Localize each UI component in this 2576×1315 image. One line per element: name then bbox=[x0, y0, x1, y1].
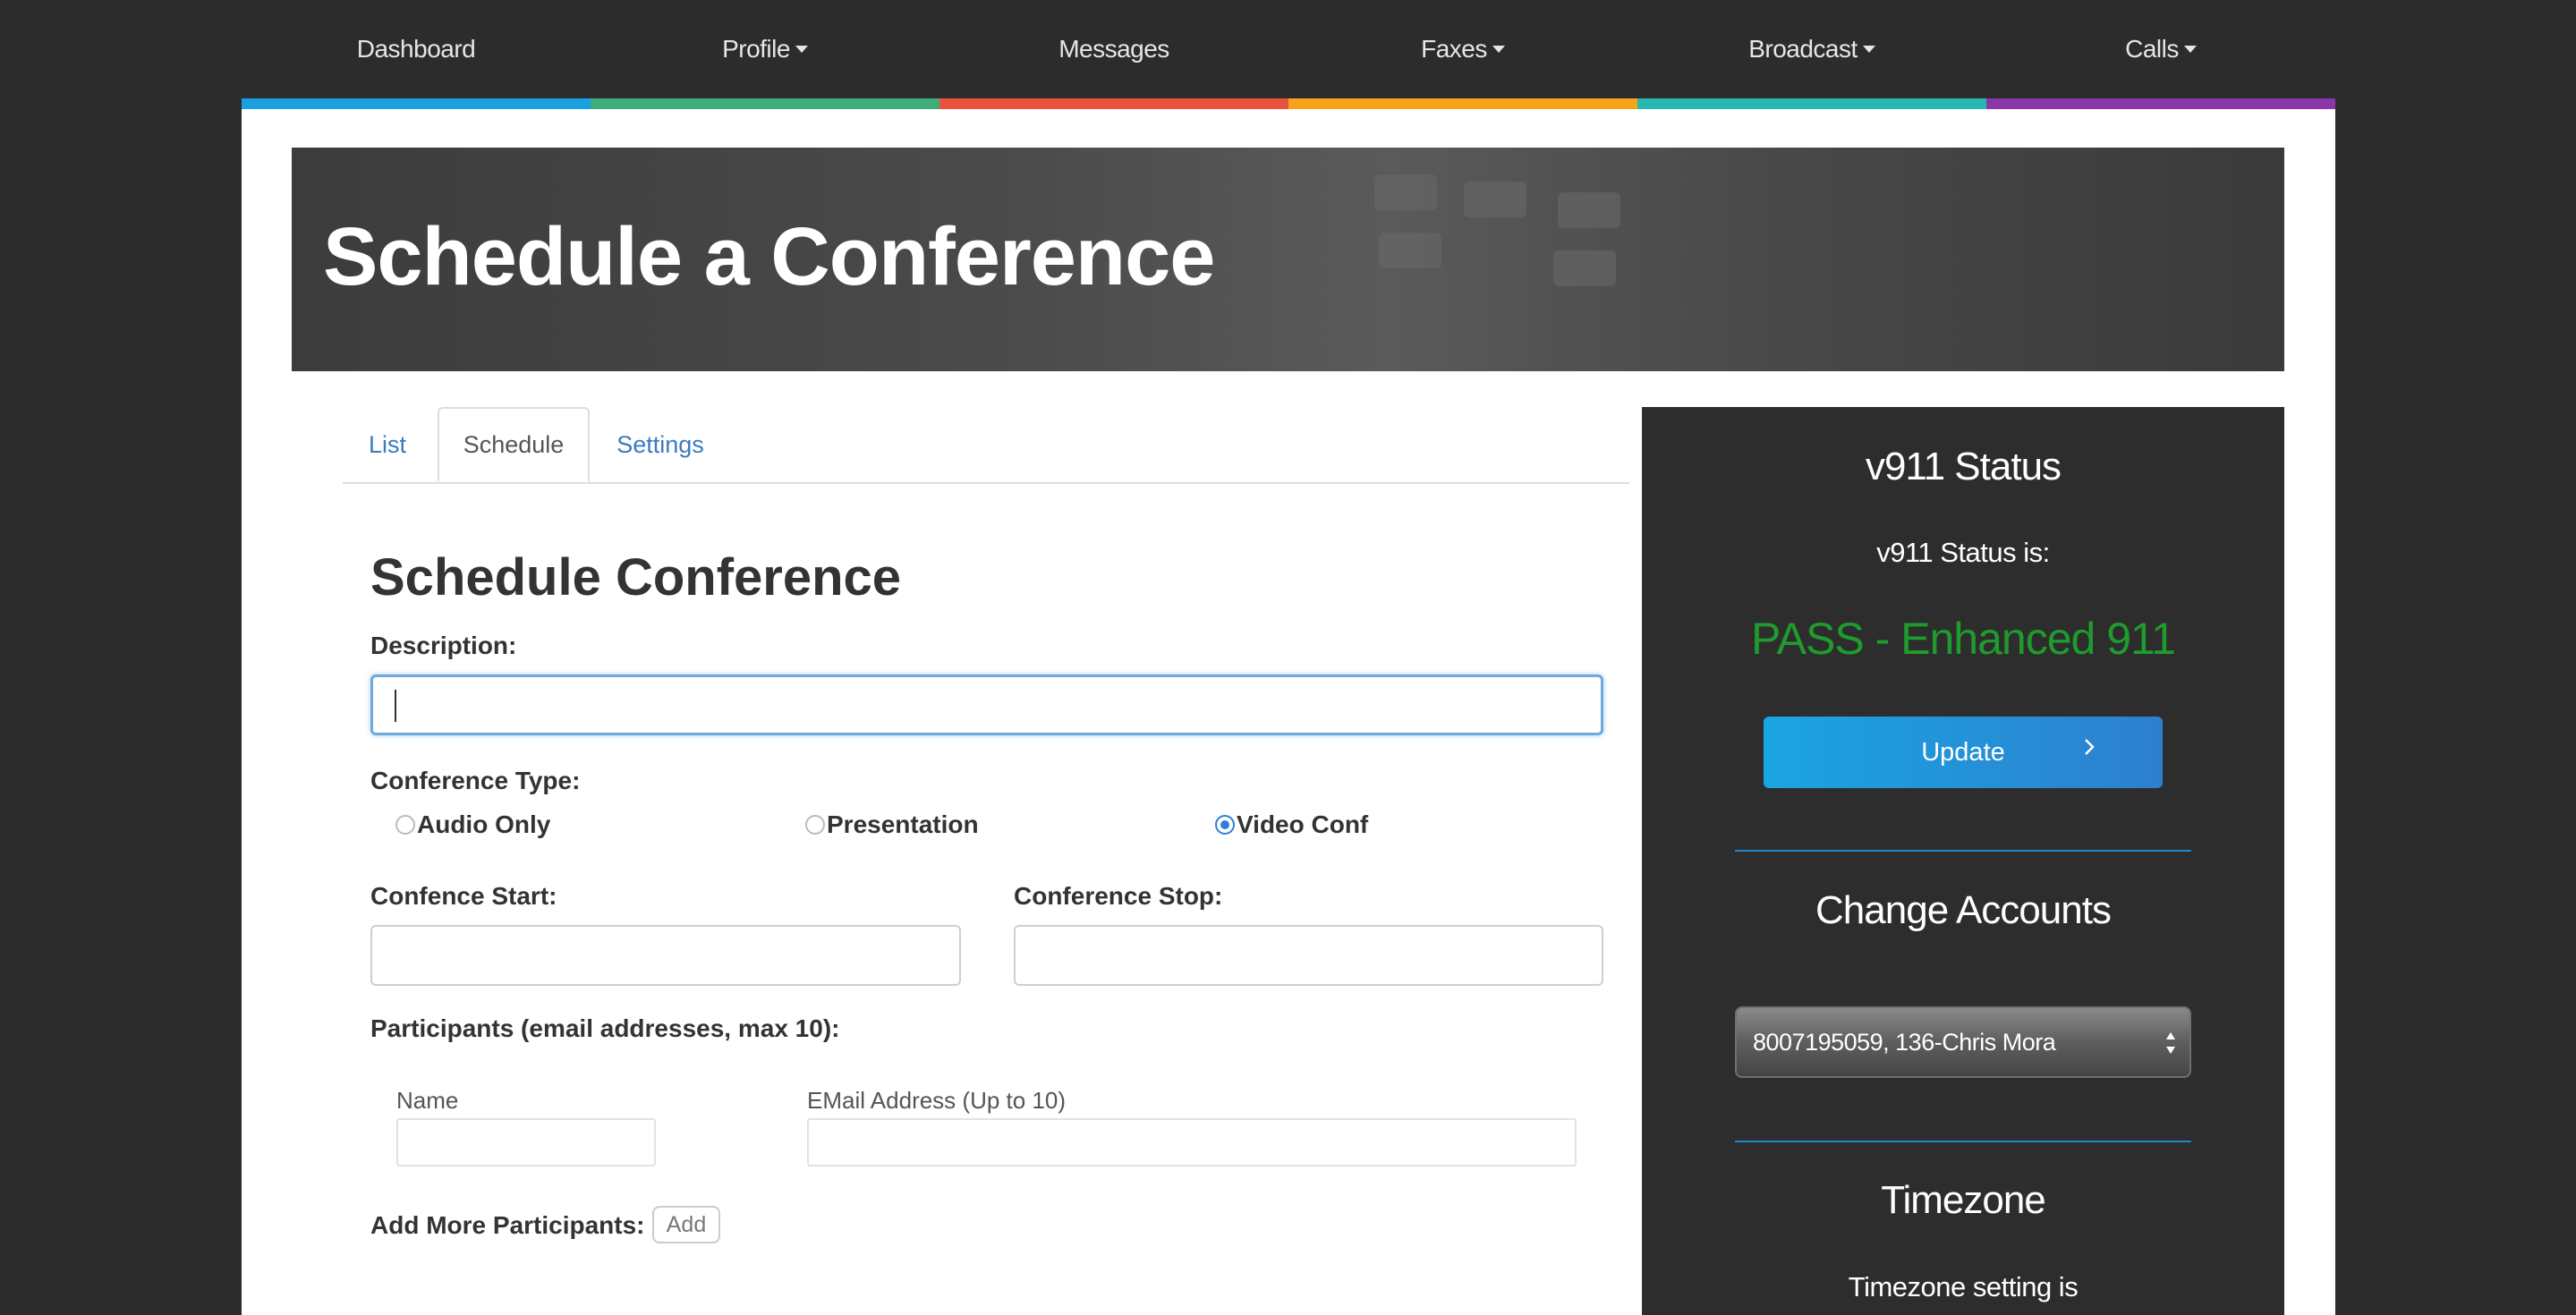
v911-status-title: v911 Status bbox=[1865, 445, 2062, 488]
phone-key-image bbox=[1558, 192, 1620, 228]
phone-key-image bbox=[1379, 233, 1441, 268]
tab-bar: List Schedule Settings bbox=[343, 407, 1629, 484]
nav-messages[interactable]: Messages bbox=[939, 0, 1288, 98]
form-title: Schedule Conference bbox=[370, 548, 902, 607]
radio-video-conf-label: Video Conf bbox=[1237, 810, 1369, 838]
timezone-text: Timezone setting is bbox=[1848, 1271, 2079, 1302]
nav-profile-label: Profile bbox=[722, 35, 790, 63]
participant-name-input[interactable] bbox=[396, 1118, 656, 1167]
add-more-participants-label: Add More Participants: bbox=[370, 1211, 645, 1239]
tab-schedule[interactable]: Schedule bbox=[438, 407, 590, 482]
tab-settings-label: Settings bbox=[616, 430, 704, 458]
account-select-value: 8007195059, 136-Chris Mora bbox=[1753, 1028, 2056, 1056]
phone-key-image bbox=[1374, 174, 1437, 210]
radio-audio-only[interactable]: Audio Only bbox=[395, 810, 550, 839]
divider bbox=[1735, 1141, 2191, 1142]
caret-down-icon bbox=[795, 46, 808, 53]
color-segment bbox=[242, 98, 591, 109]
nav-dashboard[interactable]: Dashboard bbox=[242, 0, 591, 98]
tab-settings[interactable]: Settings bbox=[593, 407, 727, 482]
select-arrows-icon bbox=[2166, 1032, 2175, 1054]
nav-broadcast[interactable]: Broadcast bbox=[1637, 0, 1986, 98]
nav-broadcast-label: Broadcast bbox=[1748, 35, 1858, 63]
v911-status-label: v911 Status is: bbox=[1876, 537, 2050, 568]
phone-key-image bbox=[1553, 250, 1616, 286]
caret-down-icon bbox=[2183, 46, 2197, 53]
phone-key-image bbox=[1464, 182, 1526, 217]
nav-calls[interactable]: Calls bbox=[1986, 0, 2335, 98]
tab-list[interactable]: List bbox=[343, 407, 432, 482]
tab-schedule-label: Schedule bbox=[463, 430, 565, 458]
conference-start-input[interactable] bbox=[370, 925, 961, 986]
tab-list-label: List bbox=[368, 430, 407, 458]
conference-stop-input[interactable] bbox=[1014, 925, 1603, 986]
nav-color-bar bbox=[242, 98, 2335, 109]
radio-presentation-label: Presentation bbox=[827, 810, 979, 838]
conference-start-label: Confence Start: bbox=[370, 882, 557, 910]
radio-video-conf[interactable]: Video Conf bbox=[1215, 810, 1368, 839]
divider bbox=[1735, 850, 2191, 852]
participant-name-label: Name bbox=[396, 1087, 459, 1114]
nav-faxes-label: Faxes bbox=[1421, 35, 1487, 63]
add-participant-button-label: Add bbox=[666, 1211, 707, 1237]
nav-messages-label: Messages bbox=[1058, 35, 1169, 63]
timezone-title: Timezone bbox=[1881, 1178, 2046, 1222]
color-segment bbox=[1637, 98, 1986, 109]
radio-dot-selected bbox=[1215, 815, 1235, 835]
chevron-right-icon bbox=[2085, 739, 2095, 755]
color-segment bbox=[591, 98, 939, 109]
change-accounts-title: Change Accounts bbox=[1815, 888, 2112, 932]
radio-presentation[interactable]: Presentation bbox=[805, 810, 979, 839]
radio-dot bbox=[395, 815, 415, 835]
nav-dashboard-label: Dashboard bbox=[356, 35, 476, 63]
conference-stop-label: Conference Stop: bbox=[1014, 882, 1223, 910]
radio-audio-only-label: Audio Only bbox=[417, 810, 551, 838]
page-title: Schedule a Conference bbox=[323, 211, 1215, 302]
text-cursor bbox=[395, 690, 396, 722]
sidebar: v911 Status v911 Status is: PASS - Enhan… bbox=[1642, 407, 2284, 1315]
color-segment bbox=[939, 98, 1288, 109]
nav-calls-label: Calls bbox=[2125, 35, 2179, 63]
participant-email-label: EMail Address (Up to 10) bbox=[807, 1087, 1067, 1114]
caret-down-icon bbox=[1492, 46, 1505, 53]
description-label: Description: bbox=[370, 632, 517, 659]
conference-type-label: Conference Type: bbox=[370, 767, 581, 794]
account-select[interactable]: 8007195059, 136-Chris Mora bbox=[1735, 1006, 2191, 1078]
description-input[interactable] bbox=[370, 674, 1603, 735]
color-segment bbox=[1986, 98, 2335, 109]
radio-dot bbox=[805, 815, 825, 835]
hero-banner: Schedule a Conference bbox=[292, 148, 2284, 371]
nav-faxes[interactable]: Faxes bbox=[1288, 0, 1637, 98]
nav-profile[interactable]: Profile bbox=[591, 0, 939, 98]
caret-down-icon bbox=[1862, 46, 1875, 53]
participant-email-input[interactable] bbox=[807, 1118, 1577, 1167]
top-navigation: Dashboard Profile Messages Faxes Broadca… bbox=[242, 0, 2335, 98]
add-participant-button[interactable]: Add bbox=[652, 1206, 720, 1243]
v911-status-value: PASS - Enhanced 911 bbox=[1751, 614, 2176, 664]
update-button[interactable]: Update bbox=[1764, 717, 2163, 788]
color-segment bbox=[1288, 98, 1637, 109]
update-button-label: Update bbox=[1921, 737, 2005, 767]
participants-label: Participants (email addresses, max 10): bbox=[370, 1014, 840, 1042]
